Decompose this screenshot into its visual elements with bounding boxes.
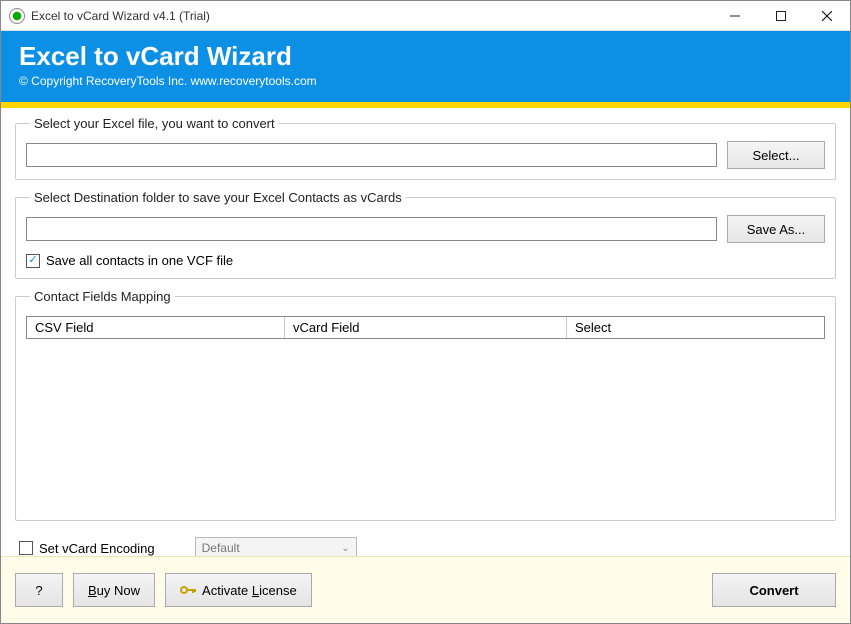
source-legend: Select your Excel file, you want to conv… [30,116,279,131]
save-all-label: Save all contacts in one VCF file [46,253,233,268]
titlebar: Excel to vCard Wizard v4.1 (Trial) [1,1,850,31]
encoding-checkbox[interactable] [19,541,33,555]
destination-input[interactable] [26,217,717,241]
mapping-fieldset: Contact Fields Mapping CSV Field vCard F… [15,289,836,521]
mapping-table-header: CSV Field vCard Field Select [26,316,825,339]
column-select[interactable]: Select [567,317,824,338]
save-all-checkbox[interactable] [26,254,40,268]
encoding-value: Default [202,541,240,555]
main-panel: Select your Excel file, you want to conv… [1,108,850,573]
select-button[interactable]: Select... [727,141,825,169]
activate-license-button[interactable]: Activate License [165,573,312,607]
source-fieldset: Select your Excel file, you want to conv… [15,116,836,180]
save-as-button[interactable]: Save As... [727,215,825,243]
app-icon [9,8,25,24]
copyright-text: © Copyright RecoveryTools Inc. www.recov… [19,74,832,88]
minimize-button[interactable] [712,1,758,30]
window-controls [712,1,850,30]
column-csv-field[interactable]: CSV Field [27,317,285,338]
close-button[interactable] [804,1,850,30]
encoding-label: Set vCard Encoding [39,541,155,556]
help-button[interactable]: ? [15,573,63,607]
source-input[interactable] [26,143,717,167]
maximize-button[interactable] [758,1,804,30]
column-vcard-field[interactable]: vCard Field [285,317,567,338]
app-header: Excel to vCard Wizard © Copyright Recove… [1,31,850,102]
chevron-down-icon: ⌄ [341,543,349,554]
convert-button[interactable]: Convert [712,573,836,607]
buy-now-button[interactable]: Buy Now [73,573,155,607]
destination-legend: Select Destination folder to save your E… [30,190,406,205]
key-icon [180,583,196,597]
mapping-legend: Contact Fields Mapping [30,289,175,304]
destination-fieldset: Select Destination folder to save your E… [15,190,836,279]
footer-bar: ? Buy Now Activate License Convert [1,556,850,623]
window-title: Excel to vCard Wizard v4.1 (Trial) [31,9,712,23]
app-title: Excel to vCard Wizard [19,41,832,72]
